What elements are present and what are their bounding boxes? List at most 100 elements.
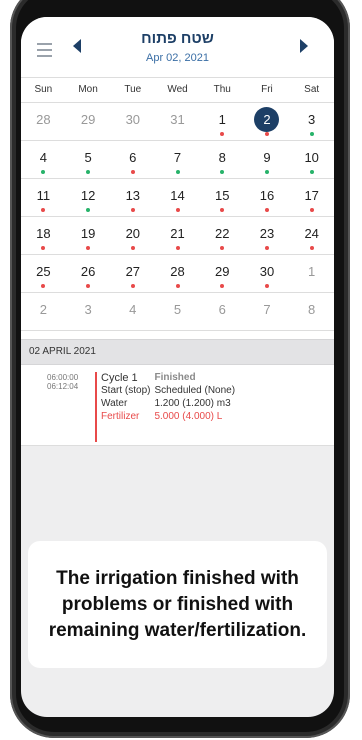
calendar-day[interactable]: 6 <box>200 293 245 330</box>
calendar-day[interactable]: 2 <box>21 293 66 330</box>
day-number: 28 <box>170 264 185 279</box>
status-dot-problem-icon <box>220 246 225 250</box>
calendar-day[interactable]: 7 <box>245 293 290 330</box>
day-number: 4 <box>39 150 47 165</box>
day-number: 2 <box>39 302 47 317</box>
day-number: 18 <box>36 226 51 241</box>
fertilizer-label: Fertilizer <box>101 411 140 422</box>
day-number: 27 <box>125 264 141 279</box>
irrigation-entry[interactable]: 06:00:00 06:12:04 Cycle 1 Finished Start… <box>21 365 334 446</box>
calendar-day[interactable]: 29 <box>66 103 111 140</box>
calendar-day[interactable]: 18 <box>21 217 66 254</box>
day-number: 29 <box>215 264 230 279</box>
calendar-day[interactable]: 28 <box>155 255 200 292</box>
calendar-day[interactable]: 27 <box>110 255 155 292</box>
calendar-day[interactable]: 8 <box>289 293 334 330</box>
calendar-day[interactable]: 5 <box>66 141 111 178</box>
status-dot-problem-icon <box>130 284 135 288</box>
next-month-icon[interactable] <box>300 39 308 53</box>
calendar-day[interactable]: 5 <box>155 293 200 330</box>
calendar-day[interactable]: 26 <box>66 255 111 292</box>
status-dot-ok-icon <box>309 170 314 174</box>
calendar-day[interactable]: 25 <box>21 255 66 292</box>
calendar-day[interactable]: 6 <box>110 141 155 178</box>
status-dot-problem-icon <box>264 284 269 288</box>
calendar-day[interactable]: 21 <box>155 217 200 254</box>
calendar-day[interactable]: 9 <box>245 141 290 178</box>
day-number: 6 <box>129 150 137 165</box>
day-number: 15 <box>215 188 230 203</box>
calendar-day-selected[interactable]: 2 <box>245 103 290 140</box>
app-screen: שטח פתוח Apr 02, 2021 Sun Mon Tue Wed Thu Fri… <box>21 17 334 717</box>
calendar-day[interactable]: 14 <box>155 179 200 216</box>
calendar-footer <box>21 331 334 339</box>
calendar-day[interactable]: 28 <box>21 103 66 140</box>
calendar-day[interactable]: 22 <box>200 217 245 254</box>
calendar-week-row: 11 12 13 14 15 16 17 <box>21 179 334 217</box>
status-dot-problem-icon <box>264 132 269 136</box>
calendar-day[interactable]: 3 <box>289 103 334 140</box>
start-time: 06:00:00 <box>47 373 79 382</box>
status-dot-ok-icon <box>86 170 91 174</box>
calendar-day[interactable]: 31 <box>155 103 200 140</box>
day-number: 24 <box>304 226 319 241</box>
weekday-label: Sun <box>34 84 53 95</box>
calendar-day[interactable]: 10 <box>289 141 334 178</box>
status-dot-problem-icon <box>264 208 269 212</box>
status-dot-problem-icon <box>86 246 91 250</box>
calendar-week-row: 18 19 20 21 22 23 24 <box>21 217 334 255</box>
status-dot-ok-icon <box>41 170 46 174</box>
day-number: 7 <box>173 150 182 165</box>
day-number: 30 <box>259 264 275 279</box>
status-dot-problem-icon <box>220 132 225 136</box>
status-dot-problem-icon <box>130 208 135 212</box>
calendar-day[interactable]: 1 <box>200 103 245 140</box>
calendar-day[interactable]: 30 <box>110 103 155 140</box>
calendar-week-row: 28 29 30 31 1 2 3 <box>21 103 334 141</box>
status-dot-problem-icon <box>264 246 269 250</box>
calendar-day[interactable]: 4 <box>21 141 66 178</box>
cycle-status: Finished <box>154 372 196 383</box>
day-number: 8 <box>218 150 226 165</box>
status-dot-problem-icon <box>130 246 135 250</box>
app-header: שטח פתוח Apr 02, 2021 <box>21 17 334 78</box>
calendar-day[interactable]: 19 <box>66 217 111 254</box>
day-number: 1 <box>308 264 316 279</box>
day-number: 5 <box>173 302 182 317</box>
day-number: 3 <box>308 112 316 127</box>
status-dot-problem-icon <box>175 208 180 212</box>
calendar-day[interactable]: 7 <box>155 141 200 178</box>
calendar-day[interactable]: 24 <box>289 217 334 254</box>
calendar-day[interactable]: 23 <box>245 217 290 254</box>
calendar-day[interactable]: 1 <box>289 255 334 292</box>
explanation-text: The irrigation finished with problems or… <box>48 567 307 641</box>
weekday-header: Sun Mon Tue Wed Thu Fri Sat <box>21 78 334 103</box>
weekday-label: Fri <box>261 84 273 95</box>
water-label: Water <box>101 398 128 409</box>
calendar-day[interactable]: 4 <box>110 293 155 330</box>
day-number: 9 <box>263 150 271 165</box>
calendar-day[interactable]: 20 <box>110 217 155 254</box>
day-number: 23 <box>259 226 275 241</box>
calendar-day[interactable]: 17 <box>289 179 334 216</box>
calendar-day[interactable]: 15 <box>200 179 245 216</box>
status-dot-ok-icon <box>175 170 180 174</box>
weekday-label: Mon <box>78 84 98 95</box>
calendar-grid: 28 29 30 31 1 2 3 4 5 6 7 8 9 10 11 12 13 14 15 16 17 18 19 20 2… <box>21 103 334 331</box>
calendar-day[interactable]: 12 <box>66 179 111 216</box>
calendar-day[interactable]: 30 <box>245 255 290 292</box>
calendar-day[interactable]: 16 <box>245 179 290 216</box>
calendar-day[interactable]: 29 <box>200 255 245 292</box>
status-dot-ok-icon <box>309 132 314 136</box>
calendar-day[interactable]: 8 <box>200 141 245 178</box>
day-number: 22 <box>215 226 230 241</box>
weekday-label: Tue <box>124 84 142 95</box>
end-time: 06:12:04 <box>47 382 79 391</box>
status-dot-problem-icon <box>175 284 180 288</box>
calendar-day[interactable]: 3 <box>66 293 111 330</box>
water-value: 1.200 (1.200) m3 <box>154 398 231 409</box>
calendar-day[interactable]: 11 <box>21 179 66 216</box>
calendar-day[interactable]: 13 <box>110 179 155 216</box>
day-number: 16 <box>259 188 275 203</box>
status-dot-problem-icon <box>175 246 180 250</box>
